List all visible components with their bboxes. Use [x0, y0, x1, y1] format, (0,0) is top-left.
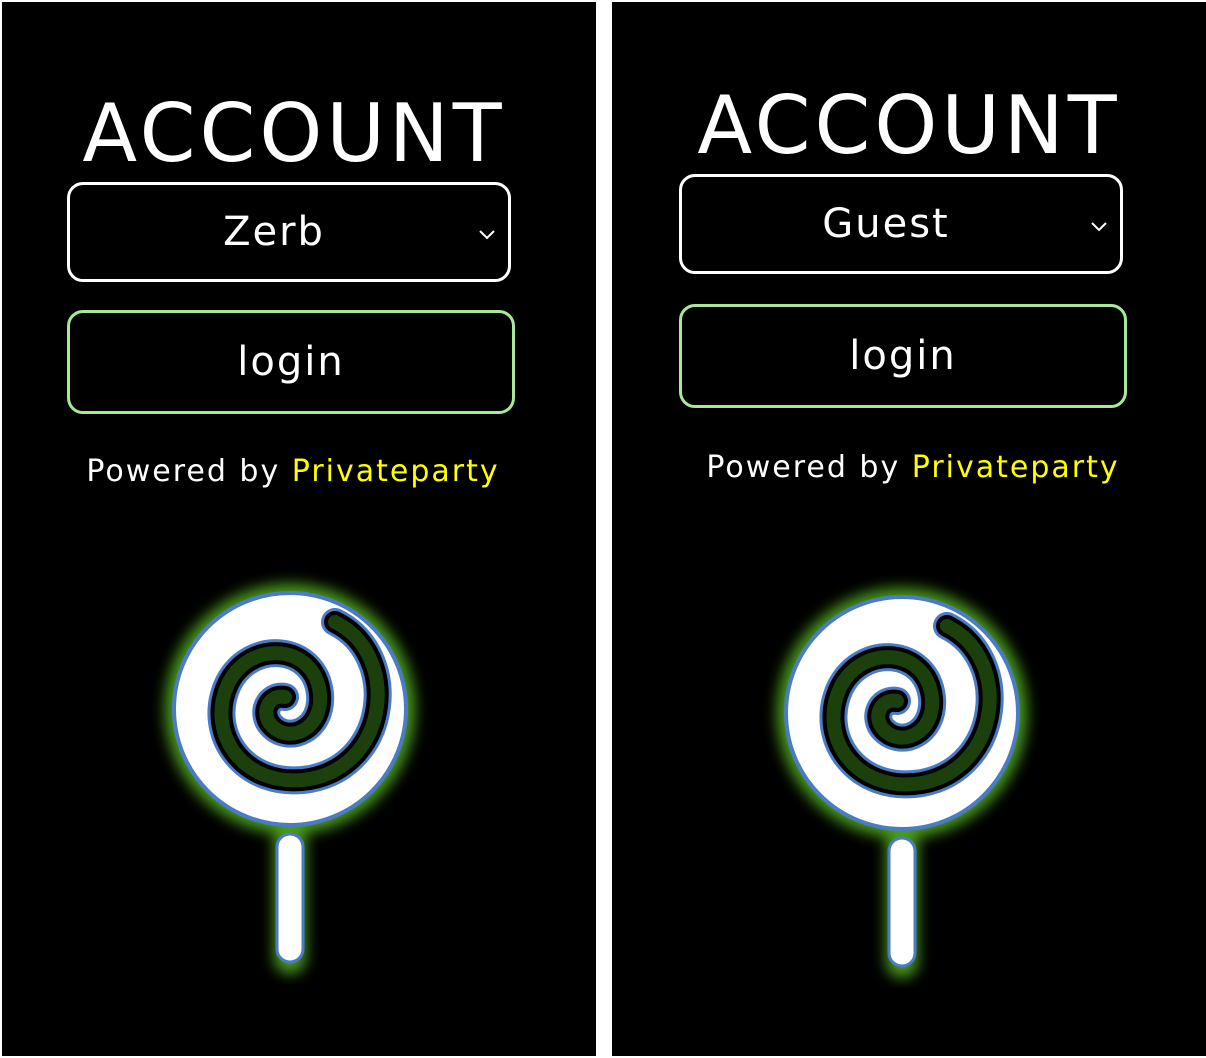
- powered-by-text: Powered by Privateparty: [2, 454, 590, 489]
- account-panel-left: ACCOUNT Zerb login Powered by Privatepar…: [2, 2, 596, 1056]
- login-button[interactable]: login: [67, 310, 515, 414]
- account-select-value: Zerb: [223, 209, 325, 255]
- privateparty-link[interactable]: Privateparty: [292, 454, 500, 489]
- account-select[interactable]: Guest: [679, 174, 1123, 274]
- lollipop-icon: [165, 584, 415, 974]
- login-button[interactable]: login: [679, 304, 1127, 408]
- account-panel-right: ACCOUNT Guest login Powered by Privatepa…: [612, 2, 1206, 1056]
- page-title: ACCOUNT: [697, 79, 1121, 172]
- powered-by-text: Powered by Privateparty: [616, 450, 1206, 485]
- account-select[interactable]: Zerb: [67, 182, 511, 282]
- powered-by-prefix: Powered by: [706, 450, 912, 485]
- chevron-down-icon: [1091, 222, 1107, 232]
- powered-by-prefix: Powered by: [86, 454, 292, 489]
- privateparty-link[interactable]: Privateparty: [912, 450, 1120, 485]
- page-title: ACCOUNT: [82, 87, 506, 180]
- lollipop-icon: [777, 588, 1027, 978]
- account-select-value: Guest: [822, 201, 950, 247]
- chevron-down-icon: [479, 230, 495, 240]
